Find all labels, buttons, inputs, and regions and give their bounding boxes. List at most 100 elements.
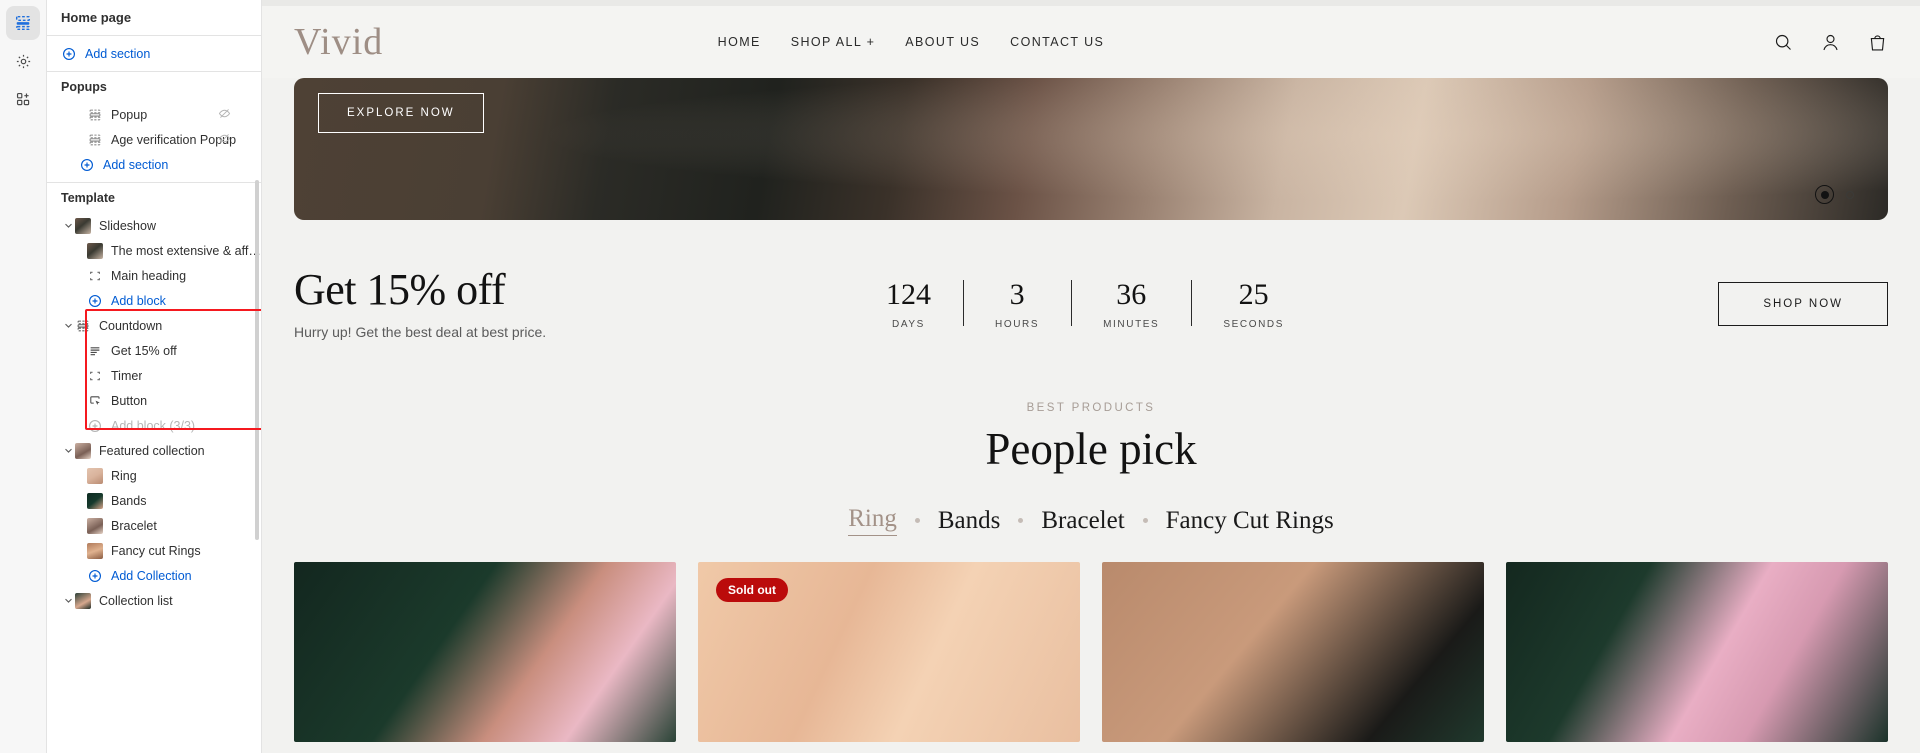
section-icon (87, 132, 103, 148)
hidden-eye-icon[interactable] (218, 107, 231, 123)
sidebar-section-countdown-label: Countdown (99, 318, 163, 333)
sidebar-block-bracelet-label: Bracelet (111, 518, 157, 533)
chevron-down-icon[interactable] (61, 320, 75, 331)
timer-hours-label: HOURS (995, 319, 1040, 330)
carousel-dot-active[interactable] (1815, 185, 1834, 204)
hero-slideshow[interactable]: EXPLORE NOW (294, 78, 1888, 220)
plus-circle-icon (61, 46, 77, 62)
status-badge: Sold out (716, 578, 788, 603)
gear-icon (15, 53, 32, 70)
app-root: Home page Add section Popups Popup Age v… (0, 0, 1920, 753)
add-collection-label: Add Collection (111, 568, 192, 583)
add-block-slideshow-button[interactable]: Add block (47, 288, 261, 313)
plus-circle-icon (87, 568, 103, 584)
sidebar-block-get-15-off-label: Get 15% off (111, 343, 177, 358)
storefront-nav: HOME SHOP ALL + ABOUT US CONTACT US (718, 35, 1105, 49)
popups-group: Popups Popup Age verification Popup Add … (47, 72, 261, 183)
section-icon (75, 318, 91, 334)
tab-ring[interactable]: Ring (848, 505, 897, 537)
text-frame-icon (87, 268, 103, 284)
timer-minutes-label: MINUTES (1103, 319, 1160, 330)
sidebar-block-bracelet[interactable]: Bracelet (47, 513, 261, 538)
sidebar-block-timer[interactable]: Timer (47, 363, 261, 388)
sidebar-item-age-verification-popup[interactable]: Age verification Popup (47, 127, 261, 152)
nav-link-contact-us[interactable]: CONTACT US (1010, 35, 1104, 49)
sidebar-block-bands-label: Bands (111, 493, 147, 508)
timer-days-value: 124 (886, 278, 931, 311)
sidebar-section-countdown[interactable]: Countdown (47, 313, 261, 338)
sidebar-section-featured-collection[interactable]: Featured collection (47, 438, 261, 463)
sections-sidebar: Home page Add section Popups Popup Age v… (47, 0, 262, 753)
product-card[interactable] (1102, 562, 1484, 743)
rail-sections-button[interactable] (6, 6, 40, 40)
brand-logo[interactable]: Vivid (294, 23, 383, 61)
shop-now-button[interactable]: SHOP NOW (1718, 282, 1888, 326)
add-block-slideshow-label: Add block (111, 293, 166, 308)
text-frame-icon (87, 368, 103, 384)
chevron-down-icon[interactable] (61, 445, 75, 456)
product-thumbnail (87, 517, 103, 534)
best-products-section: BEST PRODUCTS People pick Ring Bands Bra… (262, 402, 1920, 537)
add-block-countdown-button: Add block (3/3) (47, 413, 261, 438)
sidebar-section-collection-list[interactable]: Collection list (47, 588, 261, 613)
button-icon (87, 393, 103, 409)
tab-bands[interactable]: Bands (938, 507, 1001, 535)
sidebar-block-fancy-cut-rings[interactable]: Fancy cut Rings (47, 538, 261, 563)
add-section-top-button[interactable]: Add section (47, 41, 261, 66)
section-thumbnail (75, 217, 91, 234)
sidebar-block-button-label: Button (111, 393, 148, 408)
product-card[interactable]: Sold out (698, 562, 1080, 743)
tab-separator-dot (1142, 518, 1148, 524)
plus-circle-icon (87, 418, 103, 434)
sidebar-block-ring-label: Ring (111, 468, 137, 483)
plus-circle-icon (87, 293, 103, 309)
sidebar-block-slideshow-slide-label: The most extensive & afforda... (111, 243, 261, 258)
timer-seconds-label: SECONDS (1223, 319, 1284, 330)
rail-apps-button[interactable] (6, 82, 40, 116)
sidebar-section-slideshow[interactable]: Slideshow (47, 213, 261, 238)
chevron-down-icon[interactable] (61, 220, 75, 231)
timer-days-label: DAYS (892, 319, 925, 330)
tab-bracelet[interactable]: Bracelet (1041, 507, 1124, 535)
add-section-popups-button[interactable]: Add section (47, 152, 261, 177)
search-icon[interactable] (1773, 32, 1794, 53)
hidden-eye-icon[interactable] (218, 132, 231, 148)
timer-unit-seconds: 25 SECONDS (1191, 278, 1316, 330)
product-grid: Sold out (262, 536, 1920, 743)
sidebar-item-popup-label: Popup (111, 107, 148, 122)
account-icon[interactable] (1820, 32, 1841, 53)
countdown-text-block: Get 15% off Hurry up! Get the best deal … (294, 268, 854, 341)
carousel-pagination (1815, 185, 1854, 204)
sidebar-scrollbar[interactable] (255, 180, 259, 540)
chevron-down-icon[interactable] (61, 595, 75, 606)
product-thumbnail (87, 542, 103, 559)
nav-link-home[interactable]: HOME (718, 35, 761, 49)
tab-fancy-cut-rings[interactable]: Fancy Cut Rings (1166, 507, 1334, 535)
timer-unit-hours: 3 HOURS (963, 278, 1071, 330)
sidebar-item-popup[interactable]: Popup (47, 102, 261, 127)
countdown-subtitle: Hurry up! Get the best deal at best pric… (294, 324, 547, 340)
theme-preview: Vivid HOME SHOP ALL + ABOUT US CONTACT U… (262, 0, 1920, 753)
sidebar-block-main-heading[interactable]: Main heading (47, 263, 261, 288)
explore-now-button[interactable]: EXPLORE NOW (318, 93, 484, 133)
popups-group-title: Popups (61, 80, 107, 94)
timer-unit-days: 124 DAYS (854, 278, 963, 330)
carousel-dot[interactable] (1846, 190, 1854, 199)
section-thumbnail (75, 442, 91, 459)
product-thumbnail (87, 492, 103, 509)
sidebar-block-main-heading-label: Main heading (111, 268, 187, 283)
sidebar-block-get-15-off[interactable]: Get 15% off (47, 338, 261, 363)
sidebar-block-bands[interactable]: Bands (47, 488, 261, 513)
sidebar-section-collection-list-label: Collection list (99, 593, 173, 608)
nav-link-shop-all[interactable]: SHOP ALL + (791, 35, 876, 49)
cart-icon[interactable] (1867, 32, 1888, 53)
nav-link-about-us[interactable]: ABOUT US (905, 35, 980, 49)
sidebar-block-button[interactable]: Button (47, 388, 261, 413)
product-card[interactable] (1506, 562, 1888, 743)
sidebar-block-slideshow-slide[interactable]: The most extensive & afforda... (47, 238, 261, 263)
sidebar-block-ring[interactable]: Ring (47, 463, 261, 488)
product-thumbnail (87, 467, 103, 484)
rail-settings-button[interactable] (6, 44, 40, 78)
add-collection-button[interactable]: Add Collection (47, 563, 261, 588)
product-card[interactable] (294, 562, 676, 743)
